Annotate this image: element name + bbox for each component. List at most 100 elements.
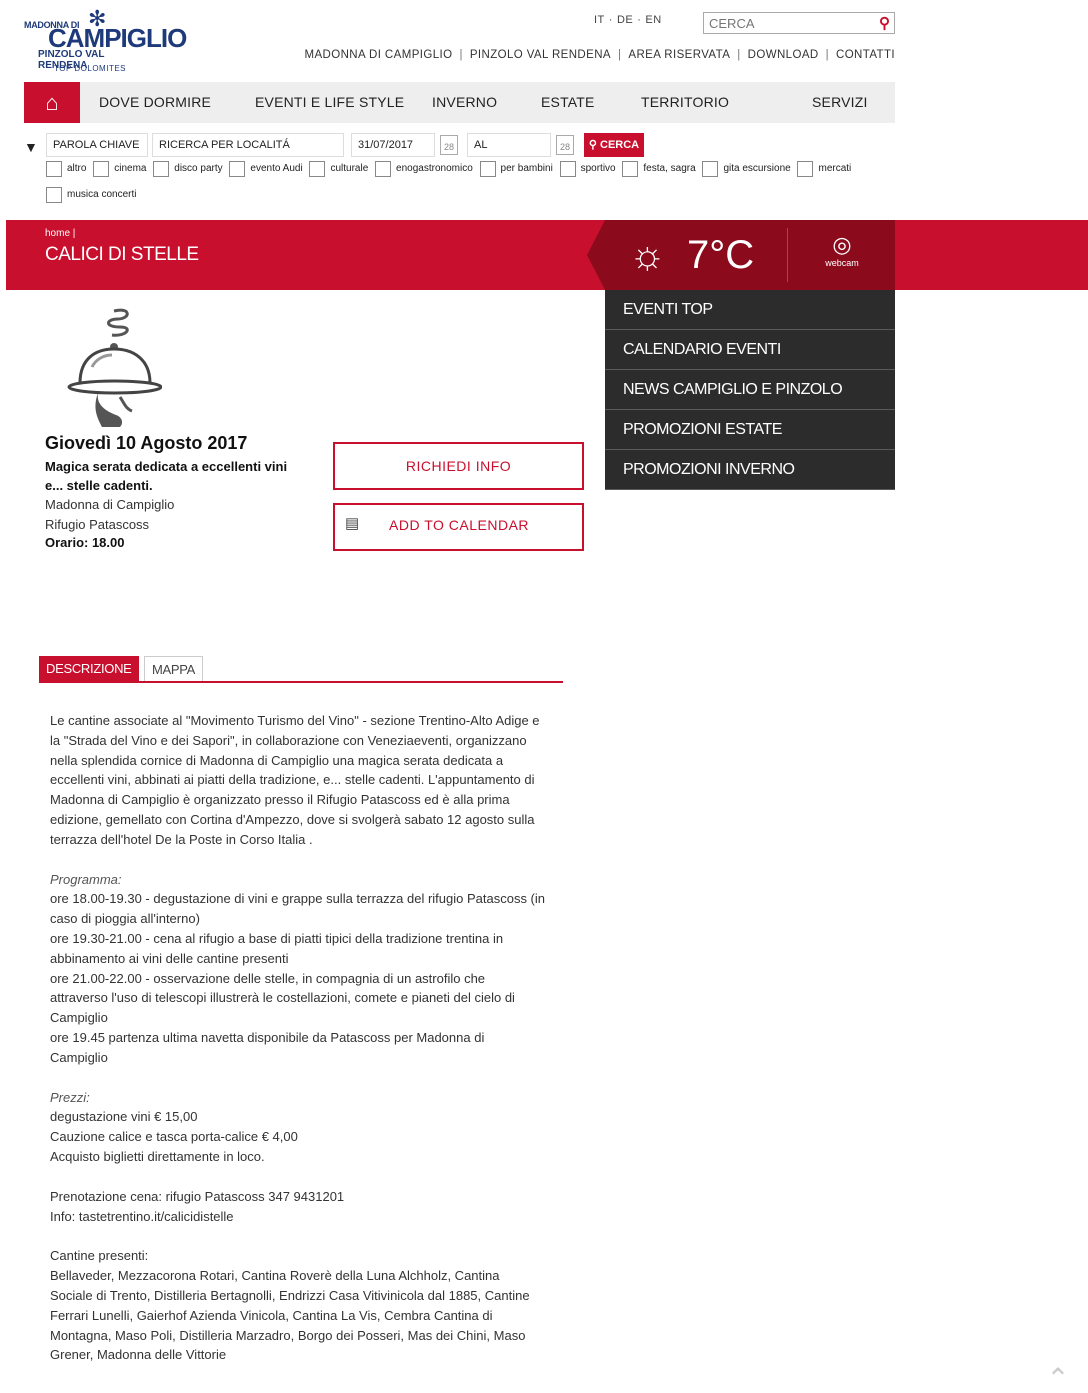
menu-eventi-top[interactable]: EVENTI TOP bbox=[605, 290, 895, 330]
top-link-contatti[interactable]: CONTATTI bbox=[836, 49, 895, 61]
checkbox-box[interactable] bbox=[309, 160, 326, 177]
language-switcher: IT · DE · EN bbox=[594, 14, 662, 26]
checkbox-box[interactable] bbox=[479, 160, 496, 177]
checkbox-enogastronomico[interactable]: enogastronomico bbox=[375, 160, 473, 177]
checkbox-box[interactable] bbox=[153, 160, 170, 177]
webcam-icon: ◎ bbox=[832, 232, 852, 257]
program-item: ore 19.45 partenza ultima navetta dispon… bbox=[50, 1029, 485, 1065]
program-section: Programma: ore 18.00-19.30 - degustazion… bbox=[50, 870, 545, 1068]
checkbox-label: sportivo bbox=[580, 163, 616, 174]
lang-it[interactable]: IT bbox=[594, 14, 605, 26]
nav-dove-dormire[interactable]: DOVE DORMIRE bbox=[99, 82, 211, 123]
top-link-download[interactable]: DOWNLOAD bbox=[748, 49, 819, 61]
temperature: 7°C bbox=[687, 233, 755, 277]
page-title: CALICI DI STELLE bbox=[45, 244, 199, 265]
nav-eventi[interactable]: EVENTI E LIFE STYLE bbox=[255, 82, 404, 123]
nav-territorio[interactable]: TERRITORIO bbox=[641, 82, 729, 123]
lang-en[interactable]: EN bbox=[645, 14, 661, 26]
top-link-pinzolo[interactable]: PINZOLO VAL RENDENA bbox=[470, 49, 611, 61]
separator: | bbox=[825, 49, 829, 61]
checkbox-label: enogastronomico bbox=[396, 163, 473, 174]
checkbox-gita-escursione[interactable]: gita escursione bbox=[702, 160, 791, 177]
date-from-field[interactable]: 31/07/2017 bbox=[351, 133, 435, 157]
menu-news[interactable]: NEWS CAMPIGLIO E PINZOLO bbox=[605, 370, 895, 410]
booking-info: Prenotazione cena: rifugio Patascoss 347… bbox=[50, 1188, 345, 1204]
nav-inverno[interactable]: INVERNO bbox=[432, 82, 497, 123]
checkbox-festa-sagra[interactable]: festa, sagra bbox=[622, 160, 696, 177]
menu-promozioni-estate[interactable]: PROMOZIONI ESTATE bbox=[605, 410, 895, 450]
checkbox-box[interactable] bbox=[797, 160, 814, 177]
top-link-area-riservata[interactable]: AREA RISERVATA bbox=[628, 49, 730, 61]
checkbox-label: disco party bbox=[174, 163, 223, 174]
checkbox-box[interactable] bbox=[559, 160, 576, 177]
menu-calendario-eventi[interactable]: CALENDARIO EVENTI bbox=[605, 330, 895, 370]
menu-promozioni-inverno[interactable]: PROMOZIONI INVERNO bbox=[605, 450, 895, 490]
checkbox-label: musica concerti bbox=[67, 189, 137, 200]
events-side-menu: EVENTI TOP CALENDARIO EVENTI NEWS CAMPIG… bbox=[605, 290, 895, 490]
site-logo[interactable]: MADONNA DI ✻ CAMPIGLIO PINZOLO VAL RENDE… bbox=[24, 6, 187, 76]
checkbox-box[interactable] bbox=[229, 160, 246, 177]
program-item: ore 18.00-19.30 - degustazione di vini e… bbox=[50, 891, 546, 927]
tab-descrizione[interactable]: DESCRIZIONE bbox=[39, 656, 139, 681]
checkbox-box[interactable] bbox=[375, 160, 392, 177]
event-time: Orario: 18.00 bbox=[45, 535, 125, 550]
checkbox-cinema[interactable]: cinema bbox=[93, 160, 146, 177]
location-field[interactable]: RICERCA PER LOCALITÁ bbox=[152, 133, 344, 157]
nav-estate[interactable]: ESTATE bbox=[541, 82, 595, 123]
checkbox-evento-audi[interactable]: evento Audi bbox=[229, 160, 303, 177]
content-tabs: DESCRIZIONE MAPPA bbox=[39, 656, 563, 683]
nav-servizi[interactable]: SERVIZI bbox=[812, 82, 868, 123]
contacts-section: Prenotazione cena: rifugio Patascoss 347… bbox=[50, 1187, 545, 1227]
top-link-campiglio[interactable]: MADONNA DI CAMPIGLIO bbox=[305, 49, 453, 61]
request-info-button[interactable]: RICHIEDI INFO bbox=[333, 442, 584, 490]
home-button[interactable]: ⌂ bbox=[24, 82, 80, 123]
description-intro: Le cantine associate al "Movimento Turis… bbox=[50, 713, 540, 847]
top-search: ⚲ bbox=[703, 12, 895, 34]
sun-icon: ☼ bbox=[629, 233, 666, 277]
add-to-calendar-button[interactable]: ▤ ADD TO CALENDAR bbox=[333, 503, 584, 551]
calendar-icon[interactable]: 28 bbox=[556, 135, 574, 155]
program-item: ore 21.00-22.00 - osservazione delle ste… bbox=[50, 970, 515, 1026]
separator: | bbox=[459, 49, 463, 61]
checkbox-label: mercati bbox=[818, 163, 852, 174]
funnel-icon: ▼ bbox=[24, 139, 38, 155]
scroll-to-top-button[interactable]: ⌃ bbox=[1040, 1365, 1076, 1393]
calendar-icon[interactable]: 28 bbox=[440, 135, 458, 155]
checkbox-sportivo[interactable]: sportivo bbox=[559, 160, 616, 177]
checkbox-label: festa, sagra bbox=[643, 163, 696, 174]
logo-line-4: TOP DOLOMITES bbox=[54, 64, 126, 73]
keyword-field[interactable]: PAROLA CHIAVE bbox=[46, 133, 148, 157]
checkbox-mercati[interactable]: mercati bbox=[797, 160, 851, 177]
checkbox-label: per bambini bbox=[500, 163, 553, 174]
home-icon: ⌂ bbox=[45, 90, 59, 115]
wineries-section: Cantine presenti: Bellaveder, Mezzacoron… bbox=[50, 1246, 545, 1365]
checkbox-box[interactable] bbox=[702, 160, 719, 177]
checkbox-disco-party[interactable]: disco party bbox=[153, 160, 223, 177]
checkbox-label: altro bbox=[67, 163, 87, 174]
breadcrumb[interactable]: home | bbox=[45, 228, 75, 239]
filter-search-label: CERCA bbox=[600, 139, 640, 151]
wineries-list: Bellaveder, Mezzacorona Rotari, Cantina … bbox=[50, 1268, 530, 1363]
checkbox-box[interactable] bbox=[46, 186, 62, 203]
webcam-label: webcam bbox=[825, 258, 859, 268]
checkbox-label: cinema bbox=[114, 163, 147, 174]
tab-mappa[interactable]: MAPPA bbox=[144, 656, 204, 681]
webcam-link[interactable]: ◎ webcam bbox=[817, 232, 867, 268]
checkbox-altro[interactable]: altro bbox=[46, 160, 86, 177]
info-link: Info: tastetrentino.it/calicidistelle bbox=[50, 1208, 234, 1224]
checkbox-box[interactable] bbox=[622, 160, 639, 177]
price-item: Acquisto biglietti direttamente in loco. bbox=[50, 1148, 265, 1164]
top-search-input[interactable] bbox=[704, 13, 864, 33]
checkbox-box[interactable] bbox=[93, 160, 110, 177]
calendar-icon: ▤ bbox=[345, 515, 360, 532]
cloche-icon bbox=[67, 308, 162, 427]
lang-de[interactable]: DE bbox=[617, 14, 633, 26]
date-to-field[interactable]: AL bbox=[467, 133, 551, 157]
filter-search-button[interactable]: ⚲ CERCA bbox=[584, 133, 644, 157]
checkbox-per-bambini[interactable]: per bambini bbox=[479, 160, 553, 177]
checkbox-box[interactable] bbox=[46, 160, 62, 177]
event-venue: Rifugio Patascoss bbox=[45, 517, 150, 532]
search-icon[interactable]: ⚲ bbox=[879, 14, 890, 32]
checkbox-culturale[interactable]: culturale bbox=[309, 160, 368, 177]
checkbox-musica-concerti[interactable]: musica concerti bbox=[46, 186, 136, 203]
